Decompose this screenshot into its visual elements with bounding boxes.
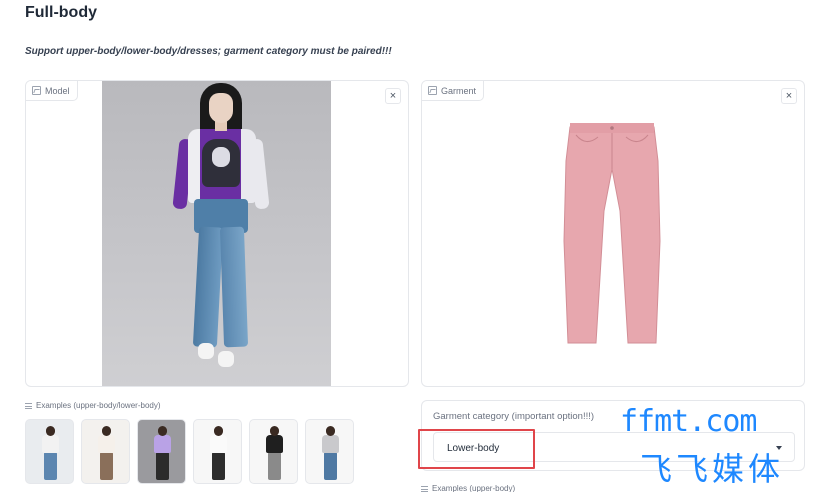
example-thumbnail[interactable] [305,419,354,484]
list-icon [421,485,428,492]
example-thumbnail[interactable] [193,419,242,484]
model-clear-button[interactable]: × [385,88,401,104]
list-icon [25,402,32,409]
garment-clear-button[interactable]: × [781,88,797,104]
example-thumbnail[interactable] [249,419,298,484]
image-icon [32,86,41,95]
garment-photo [563,123,661,344]
example-thumbnail[interactable] [81,419,130,484]
image-icon [428,86,437,95]
page-title: Full-body [25,4,97,21]
model-photo [102,81,331,386]
page-subtitle: Support upper-body/lower-body/dresses; g… [25,46,392,57]
model-label-text: Model [45,85,70,96]
garment-label-text: Garment [441,85,477,96]
model-examples-label: Examples (upper-body/lower-body) [25,401,161,410]
model-examples-gallery [25,419,354,484]
garment-image-panel[interactable]: Garment × [421,80,805,387]
example-thumbnail[interactable] [25,419,74,484]
watermark-text-domain: ffmt.com [620,404,757,439]
example-thumbnail[interactable] [137,419,186,484]
model-image-panel[interactable]: Model × [25,80,409,387]
watermark-text-chinese: 飞飞媒体 [640,450,785,488]
garment-panel-label: Garment [422,81,485,101]
garment-category-label: Garment category (important option!!!) [433,411,595,422]
model-panel-label: Model [26,81,78,101]
garment-examples-label: Examples (upper-body) [421,484,515,492]
watermark-logo: ffmt.com 飞飞媒体 [620,404,810,488]
garment-category-value: Lower-body [447,443,500,454]
model-examples-label-text: Examples (upper-body/lower-body) [36,401,161,410]
garment-examples-label-text: Examples (upper-body) [432,484,516,492]
